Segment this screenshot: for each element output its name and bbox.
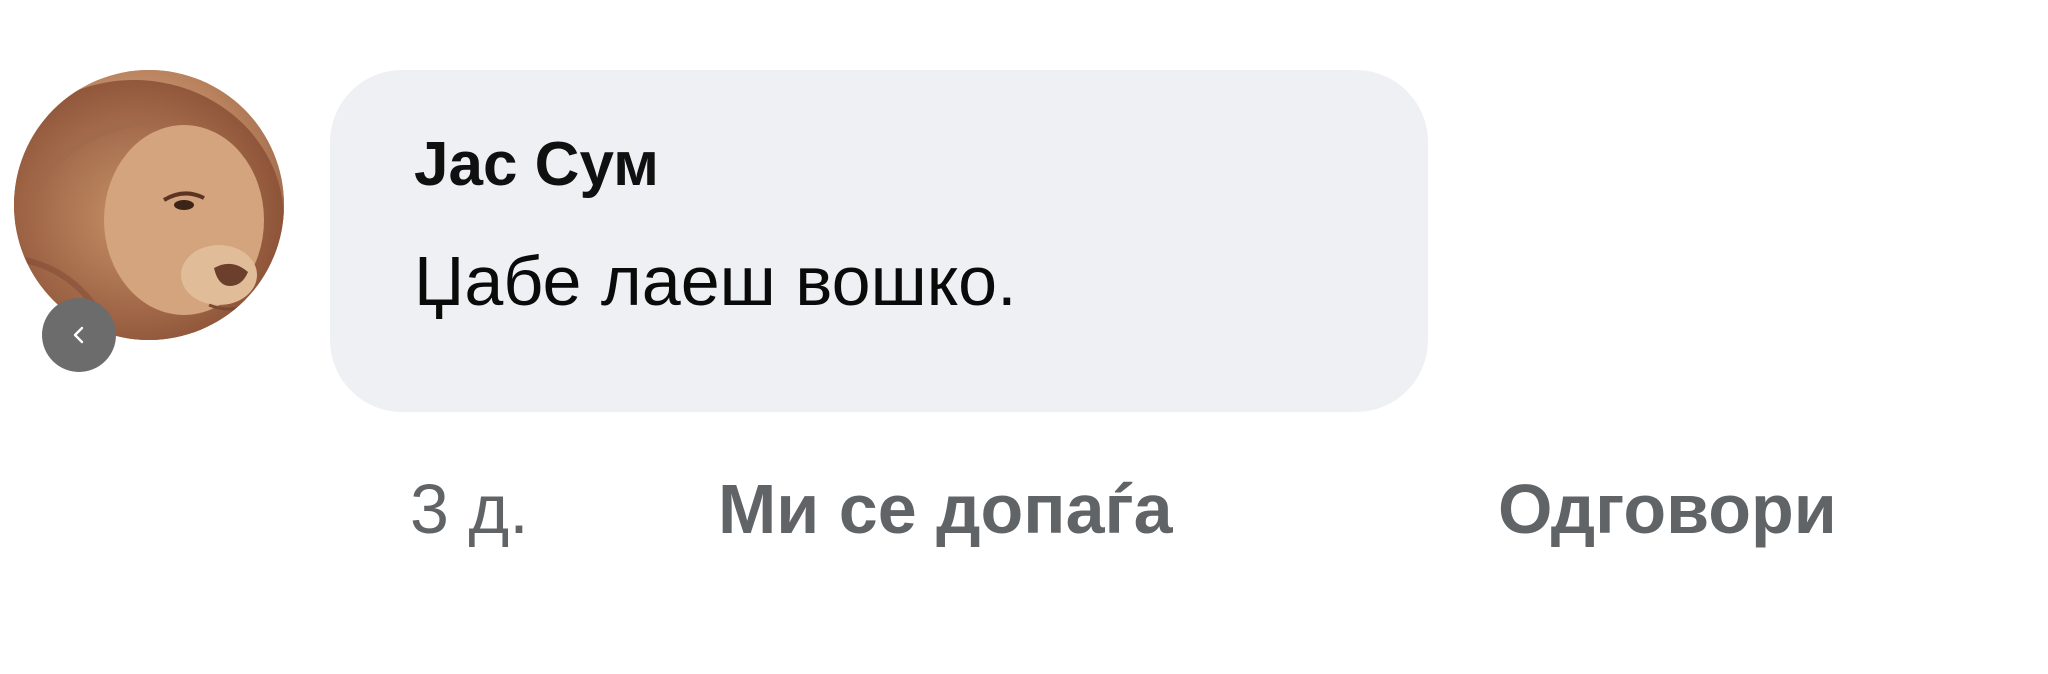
avatar[interactable] <box>14 70 284 340</box>
comment-author[interactable]: Јас Сум <box>414 134 659 196</box>
comment-text: Џабе лаеш вошко. <box>414 242 1017 320</box>
like-button[interactable]: Ми се допаѓа <box>718 474 1173 544</box>
reply-button[interactable]: Одговори <box>1498 474 1837 544</box>
back-button[interactable] <box>42 298 116 372</box>
lion-avatar-image <box>14 70 284 340</box>
comment-timestamp[interactable]: 3 д. <box>410 474 529 544</box>
chevron-left-icon <box>73 326 84 344</box>
comment-bubble: Јас Сум Џабе лаеш вошко. <box>330 70 1428 412</box>
